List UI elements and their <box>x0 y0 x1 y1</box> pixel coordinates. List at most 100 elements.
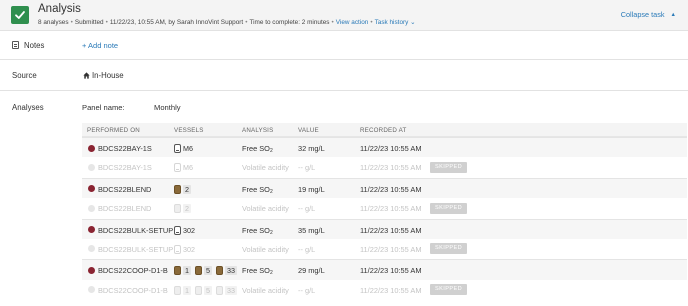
barrel-icon <box>195 285 202 295</box>
barrel-icon <box>174 266 181 276</box>
collapse-task-button[interactable]: Collapse task ▲ <box>621 10 676 19</box>
vessel-chip[interactable]: 302 <box>174 244 195 254</box>
chevron-down-icon[interactable]: ⌄ <box>410 19 415 26</box>
value-cell: -- g/L <box>298 204 316 214</box>
table-header: PERFORMED ON VESSELS ANALYSIS VALUE RECO… <box>82 123 687 137</box>
analysis-cell: Free SO2 <box>242 185 273 195</box>
task-header: Analysis 8 analyses • Submitted • 11/22/23, … <box>0 0 688 31</box>
analysis-cell: Free SO2 <box>242 144 273 154</box>
recorded-at-cell: 11/22/23 10:55 AM <box>360 184 422 194</box>
vessel-label: 33 <box>225 285 237 295</box>
vessel-label: 1 <box>183 285 191 295</box>
barrel-icon <box>216 285 223 295</box>
performed-on-cell[interactable]: BDCS22COOP-D1-B <box>98 266 168 275</box>
performed-on-cell[interactable]: BDCS22BLEND <box>98 204 151 213</box>
performed-on-cell[interactable]: BDCS22BULK-SETUP <box>98 226 173 235</box>
vessel-chip[interactable]: 2 <box>174 204 191 214</box>
vessel-chip[interactable]: 5 <box>195 266 212 276</box>
analysis-name: Free SO <box>242 266 270 276</box>
table-row: BDCS22COOP-D1-B 1 5 33 Free SO2 29 mg/L 11/22/… <box>82 259 687 280</box>
analysis-name: Volatile acidity <box>242 163 289 173</box>
vessel-chip[interactable]: M6 <box>174 144 193 153</box>
column-vessels: VESSELS <box>174 126 204 134</box>
tank-icon <box>174 244 181 254</box>
value-cell: -- g/L <box>298 163 316 173</box>
table-row: BDCS22BULK-SETUP 302 Free SO2 35 mg/L 11/22/… <box>82 218 687 239</box>
analysis-subscript: 2 <box>269 148 273 154</box>
status-dot-icon <box>88 144 95 152</box>
recorded-at-cell: 11/22/23 10:55 AM <box>360 285 422 295</box>
vessels-cell: 2 <box>174 203 195 214</box>
panel-name-value: Monthly <box>154 103 181 112</box>
source-value: In-House <box>92 71 124 80</box>
vessels-cell: 1 5 33 <box>174 285 241 296</box>
recorded-at-cell: 11/22/23 10:55 AM <box>360 266 422 276</box>
vessels-cell: 302 <box>174 244 199 255</box>
analyses-label: Analyses <box>12 103 44 112</box>
performed-on-cell[interactable]: BDCS22COOP-D1-B <box>98 286 168 295</box>
value-cell: 19 mg/L <box>298 184 325 194</box>
barrel-icon <box>174 184 181 194</box>
analysis-name: Free SO <box>242 144 270 153</box>
vessel-chip[interactable]: 1 <box>174 266 191 276</box>
value-cell: -- g/L <box>298 244 316 254</box>
analysis-cell: Free SO2 <box>242 266 273 276</box>
completed-check-icon <box>11 6 29 24</box>
source-row: Source In-House <box>0 60 688 91</box>
vessels-cell: M6 <box>174 143 197 154</box>
task-history-link[interactable]: Task history <box>375 19 409 26</box>
source-label: Source <box>12 71 37 80</box>
vessels-cell: 1 5 33 <box>174 265 241 276</box>
home-icon <box>83 72 90 79</box>
analysis-name: Volatile acidity <box>242 204 289 214</box>
vessel-chip[interactable]: 33 <box>216 285 237 295</box>
add-note-button[interactable]: + Add note <box>82 41 118 50</box>
vessel-label: 1 <box>183 266 191 276</box>
analysis-name: Free SO <box>242 225 270 235</box>
vessels-cell: 302 <box>174 225 199 236</box>
vessel-label: 302 <box>183 244 195 254</box>
vessel-chip[interactable]: 5 <box>195 285 212 295</box>
table-row-skipped: BDCS22COOP-D1-B 1 5 33 Volatile acidity -- g/… <box>82 279 687 301</box>
table-row: BDCS22BLEND 2 Free SO2 19 mg/L 11/22/23 10:5… <box>82 177 687 199</box>
analysis-subscript: 2 <box>269 188 273 195</box>
vessel-chip[interactable]: 302 <box>174 225 195 235</box>
task-title: Analysis <box>38 3 81 15</box>
vessel-chip[interactable]: 1 <box>174 285 191 295</box>
skipped-badge: SKIPPED <box>430 161 468 173</box>
time-to-complete: Time to complete: 2 minutes <box>249 18 330 26</box>
view-action-link[interactable]: View action <box>336 19 369 26</box>
analysis-name: Free SO <box>242 184 270 194</box>
chevron-up-icon: ▲ <box>670 12 676 18</box>
barrel-icon <box>174 285 181 295</box>
panel-name-label: Panel name: <box>82 103 125 112</box>
analysis-name: Volatile acidity <box>242 244 289 254</box>
tank-icon <box>174 144 181 153</box>
analysis-name: Volatile acidity <box>242 285 289 295</box>
vessel-label: 2 <box>183 204 191 214</box>
performed-on-cell[interactable]: BDCS22BLEND <box>98 185 151 194</box>
notes-row: Notes + Add note <box>0 31 688 60</box>
vessel-label: M6 <box>183 163 193 173</box>
analysis-cell: Volatile acidity <box>242 163 289 172</box>
task-meta: 8 analyses • Submitted • 11/22/23, 10:55 AM,… <box>38 18 416 26</box>
note-icon <box>12 41 19 49</box>
value-cell: 35 mg/L <box>298 225 325 235</box>
analysis-cell: Volatile acidity <box>242 245 289 254</box>
barrel-icon <box>216 266 223 276</box>
recorded-at-cell: 11/22/23 10:55 AM <box>360 144 422 153</box>
performed-on-cell[interactable]: BDCS22BULK-SETUP <box>98 245 173 254</box>
performed-on-cell[interactable]: BDCS22BAY-1S <box>98 144 152 153</box>
vessel-chip[interactable]: 2 <box>174 184 191 194</box>
barrel-icon <box>174 204 181 214</box>
performed-on-cell[interactable]: BDCS22BAY-1S <box>98 163 152 172</box>
tank-icon <box>174 163 181 173</box>
table-body: BDCS22BAY-1S M6 Free SO2 32 mg/L 11/22/23 10… <box>82 137 687 301</box>
collapse-task-label: Collapse task <box>620 10 665 19</box>
status-dot-icon <box>88 185 95 193</box>
vessel-label: 33 <box>225 266 237 276</box>
vessel-chip[interactable]: M6 <box>174 163 193 173</box>
notes-label: Notes <box>24 41 45 50</box>
vessel-chip[interactable]: 33 <box>216 266 237 276</box>
vessel-label: 5 <box>204 285 212 295</box>
